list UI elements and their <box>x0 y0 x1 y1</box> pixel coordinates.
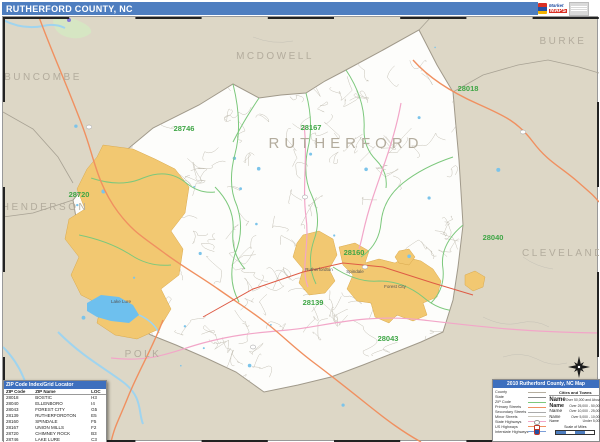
county-label-mcdowell: MCDOWELL <box>236 51 314 62</box>
county-label-buncombe: BUNCOMBE <box>4 72 82 83</box>
secondary-street-swatch <box>528 412 546 413</box>
county-line-swatch <box>528 392 546 393</box>
logo-edition-badge <box>569 2 589 16</box>
zip-index-title: ZIP Code Index/Grid Locator <box>4 381 106 389</box>
zip-label-28746: 28746 <box>174 124 195 133</box>
scale-bar <box>555 430 595 435</box>
zip-label-28043: 28043 <box>378 334 399 343</box>
brand-logo: Market MAPS <box>538 1 598 16</box>
logo-word-2: MAPS <box>549 9 567 14</box>
county-label-polk: POLK <box>125 349 162 360</box>
page: RUTHERFORD COUNTY, NC Market MAPS <box>0 0 600 442</box>
minor-street-swatch <box>528 416 546 417</box>
county-label-henderson: HENDERSON <box>3 202 88 213</box>
zip-label-28139: 28139 <box>303 298 324 307</box>
zip-label-28040: 28040 <box>483 233 504 242</box>
logo-mark-icon <box>538 3 547 14</box>
urban-ellenboro <box>465 271 485 291</box>
us-highway-swatch <box>528 426 546 427</box>
zip-index-header-row: ZIP Code ZIP Name LOC <box>4 389 106 395</box>
map-legend: 2010 Rutherford County, NC Map County St… <box>492 379 600 442</box>
cities-and-towns-header: Cities and Towns <box>549 390 600 396</box>
scale-of-miles: Scale of Miles <box>549 425 600 435</box>
zip-label-28720: 28720 <box>69 190 90 199</box>
county-label-burke: BURKE <box>540 36 587 47</box>
state-highway-swatch <box>528 421 546 422</box>
map: MCDOWELL BURKE BUNCOMBE HENDERSON CLEVEL… <box>2 16 598 441</box>
zip-label-28167: 28167 <box>301 123 322 132</box>
zip-index-table: ZIP Code Index/Grid Locator ZIP Code ZIP… <box>3 380 107 442</box>
zip-line-swatch <box>528 402 546 403</box>
title-bar: RUTHERFORD COUNTY, NC <box>2 2 538 15</box>
city-label-rutherfordton: Rutherfordton <box>305 267 333 272</box>
city-label-forest-city: Forest City <box>384 284 407 289</box>
legend-line-items: County State ZIP Code Primary Streets Se… <box>495 390 546 435</box>
legend-item: Interstate Highways <box>495 429 546 434</box>
compass-rose-icon <box>568 356 590 378</box>
table-row: 28746LAKE LUREC3 <box>4 437 106 442</box>
city-size-row: NameUnder 5,000 <box>549 419 600 423</box>
city-label-lake-lure: Lake Lure <box>111 299 132 304</box>
city-label-spindale: Spindale <box>346 269 364 274</box>
park-area <box>53 17 91 38</box>
zip-label-28018: 28018 <box>458 84 479 93</box>
zip-label-28160: 28160 <box>344 248 365 257</box>
county-label-rutherford: RUTHERFORD <box>269 135 424 152</box>
state-line-swatch <box>528 397 546 398</box>
legend-cities-column: Cities and Towns NameOver 50,000 and Abo… <box>549 390 600 435</box>
interstate-swatch <box>528 431 546 432</box>
legend-item: State Highways <box>495 419 546 424</box>
county-label-cleveland: CLEVELAND <box>522 248 599 259</box>
legend-title: 2010 Rutherford County, NC Map <box>493 380 599 388</box>
page-title: RUTHERFORD COUNTY, NC <box>2 4 133 14</box>
primary-street-swatch <box>528 407 546 408</box>
